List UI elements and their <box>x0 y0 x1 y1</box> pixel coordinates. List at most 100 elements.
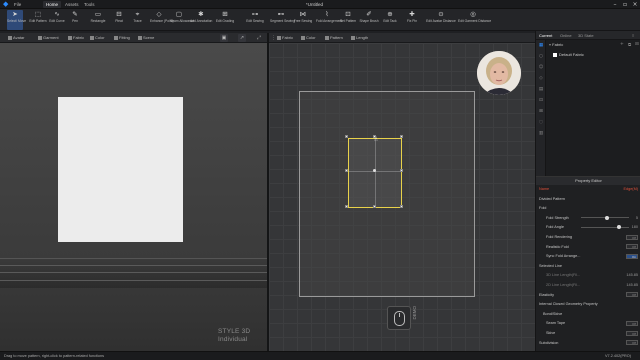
property-row[interactable]: 3D Line Length(Fil... 145.85 <box>539 272 639 278</box>
add-icon[interactable]: + <box>620 42 624 47</box>
property-toggle[interactable]: Off <box>626 292 638 298</box>
trim-category-icon[interactable]: ◌ <box>538 120 544 125</box>
segment-sewing-icon: ⊷ <box>277 10 285 18</box>
panel-menu-icon[interactable]: ≡ <box>632 32 634 39</box>
property-toggle[interactable]: Off <box>626 340 638 346</box>
avatar-category-icon[interactable]: ☺ <box>538 65 544 70</box>
tool-free-sewing[interactable]: ⋈ Free Sewing <box>293 10 313 30</box>
camera-icon[interactable]: ▣ <box>220 34 228 42</box>
menu-file[interactable]: File <box>14 1 21 8</box>
tool-label: Set Pattern <box>339 19 357 23</box>
property-row[interactable]: Elasticity Off <box>539 292 639 298</box>
property-row[interactable]: Fold Strength 5 <box>539 215 639 221</box>
property-row[interactable]: Subdivision Off <box>539 340 639 346</box>
transform-handle[interactable] <box>345 135 348 138</box>
transform-handle[interactable] <box>400 169 403 172</box>
tab-color-2d[interactable]: Color <box>301 34 316 42</box>
zipper-category-icon[interactable]: ⊡ <box>538 98 544 103</box>
property-toggle[interactable]: Off <box>626 320 638 326</box>
menu-home[interactable]: Home <box>43 1 62 8</box>
transform-handle[interactable] <box>400 205 403 208</box>
tool-edit-tack[interactable]: ⊕ Edit Tack <box>381 10 399 30</box>
tab-fabric-3d[interactable]: Fabric <box>68 34 84 42</box>
delete-icon[interactable]: ⊟ <box>635 42 639 47</box>
property-row[interactable]: Name Edge(M) <box>539 186 639 192</box>
material-category-icon[interactable]: ▥ <box>538 131 544 136</box>
menu-assets[interactable]: Assets <box>65 1 79 8</box>
property-row[interactable]: Fold <box>539 205 639 211</box>
tool-rectangle[interactable]: ▭ Rectangle <box>89 10 107 30</box>
property-slider-track[interactable] <box>581 226 629 228</box>
tool-edit-sewing[interactable]: ⊶ Edit Sewing <box>244 10 266 30</box>
tree-root-fabric[interactable]: ▾ Fabric <box>549 42 563 48</box>
tool-pleat[interactable]: ⊟ Pleat <box>110 10 128 30</box>
tool-edit-pattern[interactable]: ⬚ Edit Pattern <box>29 10 47 30</box>
property-row[interactable]: Sync Fold Arrange... On <box>539 253 639 259</box>
tab-3d-state[interactable]: 3D State <box>578 32 594 39</box>
property-row[interactable]: Skive Off <box>539 330 639 336</box>
close-icon[interactable]: × <box>630 0 640 9</box>
expand-icon[interactable]: ⤢ <box>257 34 261 42</box>
tool-shape-brush[interactable]: ✐ Shape Brush <box>359 10 379 30</box>
tool-edit-curve[interactable]: ∿ Edit Curve <box>49 10 65 30</box>
tab-pattern[interactable]: Pattern <box>325 34 343 42</box>
property-row[interactable]: Seam Tape Off <box>539 320 639 326</box>
tool-avatar-distance[interactable]: ⊙ Edit Avatar Distance <box>426 10 456 30</box>
tab-current[interactable]: Current <box>539 32 552 39</box>
3d-viewport[interactable]: STYLE 3D Individual <box>0 43 267 351</box>
tab-garment[interactable]: Garment <box>38 34 59 42</box>
property-slider-knob[interactable] <box>617 225 622 230</box>
graphic-category-icon[interactable]: ▤ <box>538 87 544 92</box>
tab-scene[interactable]: Scene <box>138 34 154 42</box>
transform-handle[interactable] <box>400 135 403 138</box>
tab-online[interactable]: Online <box>560 32 572 39</box>
transform-handle[interactable] <box>373 205 376 208</box>
tool-select[interactable]: ➤ Select/ Move <box>7 10 26 30</box>
menu-tools[interactable]: Tools <box>84 1 95 8</box>
property-toggle[interactable]: Off <box>626 330 638 336</box>
2d-viewport[interactable]: ☝ DEMO <box>269 43 535 351</box>
property-row[interactable]: Divided Pattern <box>539 196 639 202</box>
tool-segment-sewing[interactable]: ⊷ Segment Sewing <box>270 10 295 30</box>
maximize-icon[interactable]: ▫ <box>620 0 630 9</box>
tool-enhance[interactable]: ◇ Enhance (Point) <box>150 10 174 30</box>
property-row[interactable]: Realistic Fold Off <box>539 244 639 250</box>
tool-annotation[interactable]: ✱ Add Annotation <box>190 10 212 30</box>
pose-category-icon[interactable]: ◇ <box>538 76 544 81</box>
copy-icon[interactable]: ⧉ <box>628 42 631 48</box>
tool-set-pattern[interactable]: ⊡ Set Pattern <box>338 10 358 30</box>
property-row[interactable]: Fold Angle 180 <box>539 224 639 230</box>
tab-length[interactable]: Length <box>351 34 368 42</box>
topstitch-category-icon[interactable]: ⊞ <box>538 109 544 114</box>
property-row[interactable]: Selected Line <box>539 263 639 269</box>
property-row[interactable]: Fold Rendering Off <box>539 234 639 240</box>
tool-garment-distance[interactable]: ◎ Edit Garment Distance <box>458 10 491 30</box>
property-row[interactable]: Bond/Skive <box>539 311 639 317</box>
property-slider-knob[interactable] <box>605 215 610 220</box>
property-toggle[interactable]: Off <box>626 244 638 250</box>
button-category-icon[interactable]: ○ <box>538 54 544 59</box>
tab-fitting[interactable]: Fitting <box>114 34 130 42</box>
property-row[interactable]: Internal Closed Geometry Property <box>539 301 639 307</box>
tool-pen[interactable]: ✎ Pen <box>68 10 82 30</box>
property-toggle[interactable]: Off <box>626 234 638 240</box>
transform-handle[interactable] <box>345 169 348 172</box>
pin-icon[interactable]: ↗ <box>238 34 246 42</box>
tool-trace[interactable]: ⌖ Trace <box>130 10 145 30</box>
transform-handle[interactable] <box>345 205 348 208</box>
tool-fix-pin[interactable]: ✚ Fix Pin <box>403 10 421 30</box>
property-row[interactable]: 2D Line Length(Fil... 145.85 <box>539 282 639 288</box>
tab-avatar[interactable]: Avatar <box>8 34 25 42</box>
tree-item-default-fabric[interactable]: Default Fabric <box>553 52 584 58</box>
3d-fabric-panel[interactable] <box>58 97 183 242</box>
tool-grading[interactable]: ⊞ Edit Grading <box>214 10 236 30</box>
fabric-category-icon[interactable]: ▦ <box>538 43 544 48</box>
minimize-icon[interactable]: – <box>610 0 620 9</box>
collapse-icon[interactable]: ▾ <box>549 42 551 47</box>
tab-color-3d[interactable]: Color <box>90 34 105 42</box>
tool-fold-arrangement[interactable]: ⌇ Fold Arrangement <box>316 10 342 30</box>
tab-fabric-2d[interactable]: Fabric <box>277 34 293 42</box>
pattern-center-point[interactable] <box>373 169 376 172</box>
tool-seam-allowance[interactable]: ▢ Seam Allowance <box>170 10 194 30</box>
property-toggle[interactable]: On <box>626 253 638 259</box>
